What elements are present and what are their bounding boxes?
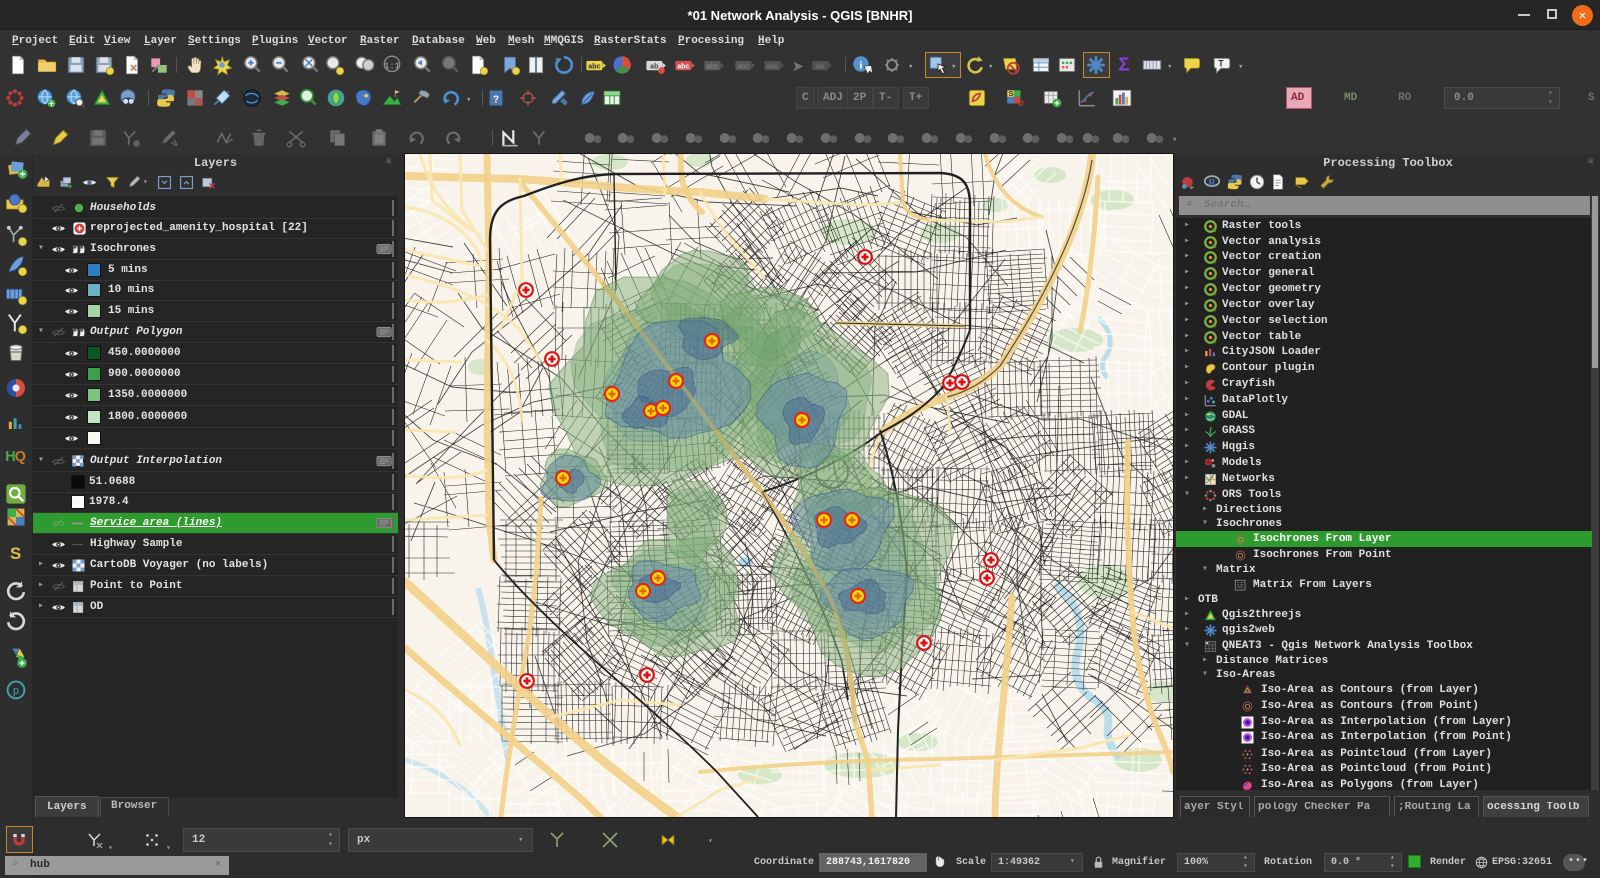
svg-text:i: i [859,59,862,71]
svg-text:S: S [1008,89,1013,98]
svg-text:R: R [1208,178,1216,189]
svg-text:?: ? [493,94,499,105]
svg-text:abc: abc [677,62,689,70]
svg-text:abc: abc [766,62,778,70]
svg-text:abc: abc [588,62,600,70]
svg-text:abc: abc [737,62,749,70]
svg-text:T: T [1218,59,1224,69]
svg-text:➤: ➤ [792,59,803,74]
svg-text:p: p [13,685,19,697]
svg-text:ab: ab [816,62,825,70]
svg-text:S: S [10,544,21,563]
svg-text:Σ: Σ [1118,54,1129,75]
svg-text:ab: ab [650,62,659,70]
svg-text:Q: Q [15,449,26,465]
svg-text:abc: abc [706,62,718,70]
svg-text:D: D [1018,99,1024,108]
